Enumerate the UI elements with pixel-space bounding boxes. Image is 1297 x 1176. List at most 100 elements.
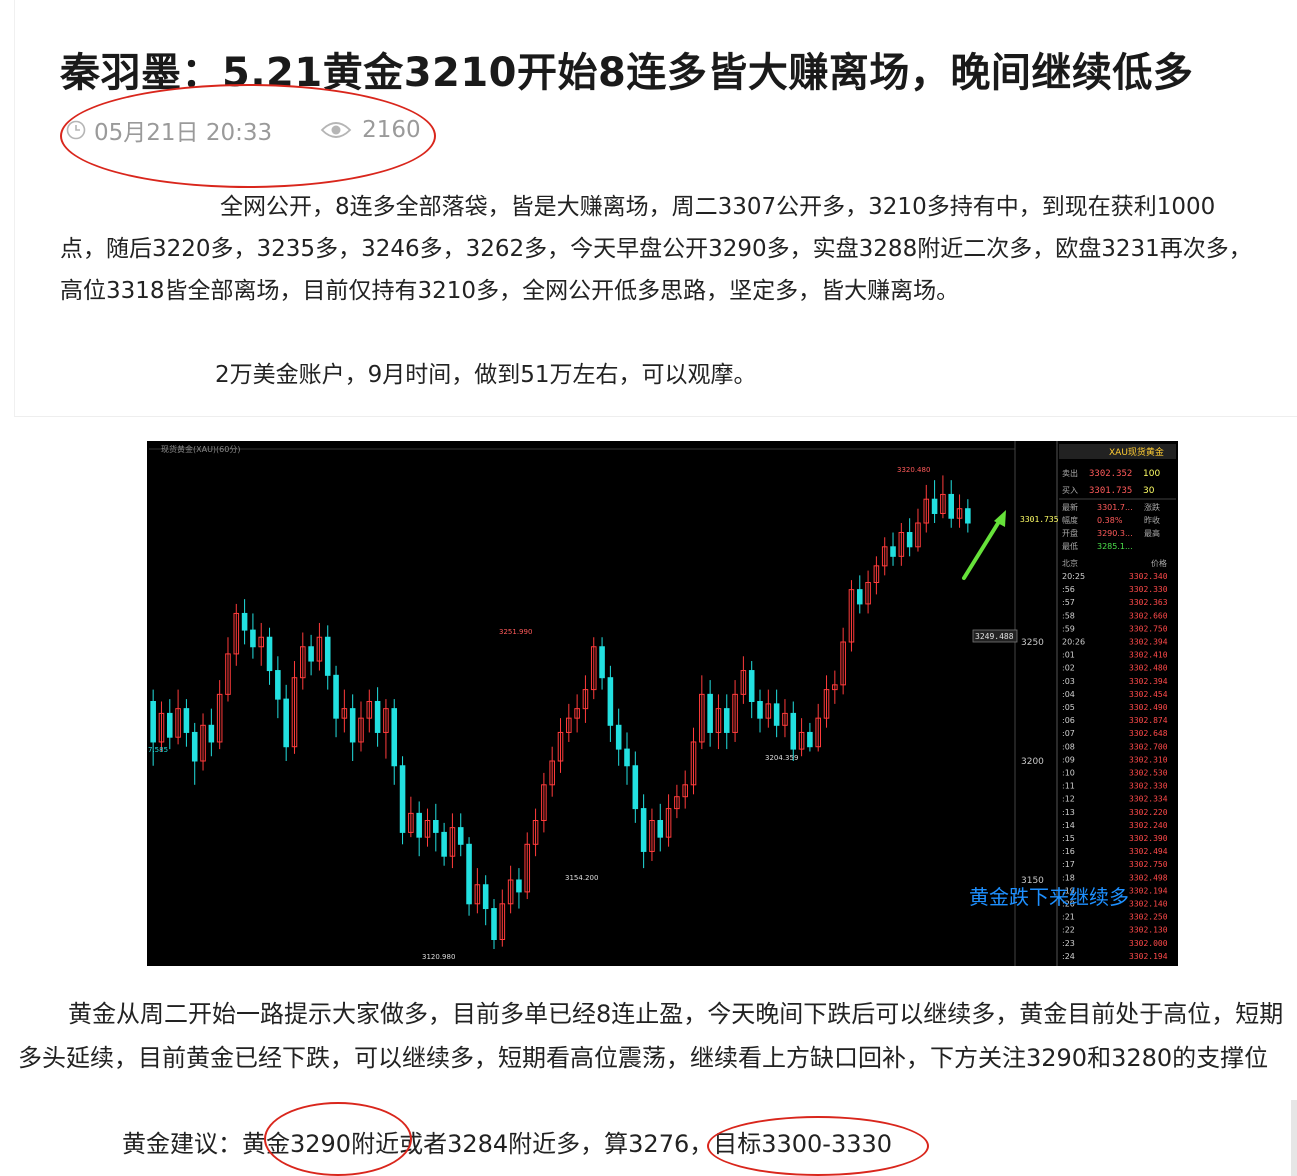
quote-row-key: 最低 <box>1062 541 1078 551</box>
tick-price: 3302.330 <box>1129 782 1168 791</box>
tick-price: 3302.330 <box>1129 585 1168 594</box>
tick-price: 3302.363 <box>1129 598 1168 607</box>
candle-body <box>965 508 971 524</box>
tick-time: :15 <box>1062 834 1075 843</box>
candle-body <box>191 731 198 762</box>
candle-body <box>931 498 938 514</box>
tick-time: :05 <box>1062 703 1075 712</box>
sell-qty: 100 <box>1143 469 1160 479</box>
candle-body <box>773 703 780 726</box>
tick-time: :16 <box>1062 847 1075 856</box>
tick-price: 3302.648 <box>1129 729 1168 738</box>
tick-time: :56 <box>1062 585 1075 594</box>
candle-body <box>491 908 497 940</box>
candle-body <box>790 712 797 750</box>
tick-price: 3302.334 <box>1129 795 1168 804</box>
tick-price: 3302.140 <box>1129 900 1168 909</box>
overlay-caption: 黄金跌下来继续多 <box>969 885 1129 909</box>
tick-price: 3302.700 <box>1129 742 1168 751</box>
article-title: 秦羽墨：5.21黄金3210开始8连多皆大赚离场，晚间继续低多 <box>60 50 1194 96</box>
candle-body <box>624 748 630 767</box>
tick-price: 3302.000 <box>1129 939 1168 948</box>
candle-body <box>457 827 464 845</box>
price-annotation: 3204.359 <box>765 754 798 762</box>
tick-header-time: 北京 <box>1062 558 1078 568</box>
quote-row-key: 最新 <box>1062 502 1078 512</box>
tick-price: 3302.394 <box>1129 638 1168 647</box>
candle-body <box>374 701 381 733</box>
candle-body <box>349 708 356 743</box>
tick-price: 3302.394 <box>1129 677 1168 686</box>
candle-body <box>599 646 605 679</box>
tick-price: 3302.874 <box>1129 716 1168 725</box>
candle-body <box>241 612 248 631</box>
candle-body <box>441 831 447 857</box>
tick-price: 3302.494 <box>1129 847 1168 856</box>
tick-time: :12 <box>1062 795 1075 804</box>
sell-label: 卖出 <box>1062 468 1078 478</box>
candle-body <box>632 765 639 810</box>
candle-body <box>607 677 614 726</box>
eye-icon <box>320 120 352 140</box>
candle-body <box>466 843 472 905</box>
page-scrollbar[interactable] <box>1291 1100 1297 1176</box>
buy-qty: 30 <box>1143 486 1155 496</box>
price-tag-label: 3249.488 <box>975 632 1014 641</box>
green-arrow-shaft <box>962 518 1002 580</box>
candle-body <box>615 724 622 750</box>
candle-body <box>707 693 713 733</box>
quote-row-key: 幅度 <box>1062 515 1078 525</box>
view-count: 2160 <box>362 117 421 143</box>
tick-time: :58 <box>1062 611 1075 620</box>
quote-panel-title: XAU现货黄金 <box>1109 446 1164 458</box>
quote-row-key: 开盘 <box>1062 528 1078 538</box>
tick-price: 3302.194 <box>1129 886 1168 895</box>
candle-body <box>757 701 763 719</box>
tick-time: 20:26 <box>1062 638 1085 647</box>
clock-icon <box>66 120 86 140</box>
candle-body <box>308 646 314 662</box>
candle-body <box>333 674 339 719</box>
tick-price: 3302.480 <box>1129 664 1168 673</box>
tick-time: :01 <box>1062 651 1075 660</box>
tick-price: 3302.130 <box>1129 926 1168 935</box>
candle-body <box>250 629 256 648</box>
candle-body <box>283 698 289 748</box>
candle-body <box>150 701 156 743</box>
chart-canvas: 现货黄金(XAU)(60分)3250320031503249.4883301.7… <box>148 441 1176 966</box>
tick-price: 3302.750 <box>1129 860 1168 869</box>
quote-row-key2: 涨跌 <box>1144 502 1160 512</box>
candle-body <box>748 670 755 702</box>
tick-header-price: 价格 <box>1151 558 1167 568</box>
tick-time: :11 <box>1062 782 1075 791</box>
price-annotation: 3120.980 <box>422 953 455 961</box>
last-price-tag: 3301.735 <box>1020 515 1059 524</box>
candle-body <box>399 765 406 833</box>
candle-body <box>516 879 522 893</box>
tick-price: 3302.340 <box>1129 572 1168 581</box>
tick-price: 3302.750 <box>1129 624 1168 633</box>
tick-time: :57 <box>1062 598 1075 607</box>
tick-price: 3302.240 <box>1129 821 1168 830</box>
tick-price: 3302.490 <box>1129 703 1168 712</box>
candle-body <box>640 808 647 852</box>
tick-time: :09 <box>1062 755 1075 764</box>
tick-time: :59 <box>1062 624 1075 633</box>
y-tick-label: 3250 <box>1021 638 1044 648</box>
candle-body <box>275 670 281 700</box>
intro-paragraph: 全网公开，8连多全部落袋，皆是大赚离场，周二3307公开多，3210多持有中，到… <box>60 194 1252 304</box>
tick-time: :14 <box>1062 821 1075 830</box>
candle-body <box>856 589 863 605</box>
gold-candlestick-chart: 现货黄金(XAU)(60分) 3250 3200 3150 3249.488 3301.7… <box>147 441 1178 966</box>
candle-body <box>807 731 813 748</box>
tick-price: 3302.498 <box>1129 873 1168 882</box>
tick-time: 20:25 <box>1062 572 1085 581</box>
quote-row-key2: 最高 <box>1144 528 1160 538</box>
price-annotation: 3154.200 <box>565 874 598 882</box>
buy-label: 买入 <box>1062 486 1078 495</box>
candle-body <box>183 708 190 733</box>
tick-time: :07 <box>1062 729 1075 738</box>
tick-time: :21 <box>1062 913 1075 922</box>
tick-time: :04 <box>1062 690 1075 699</box>
tick-price: 3302.454 <box>1129 690 1168 699</box>
